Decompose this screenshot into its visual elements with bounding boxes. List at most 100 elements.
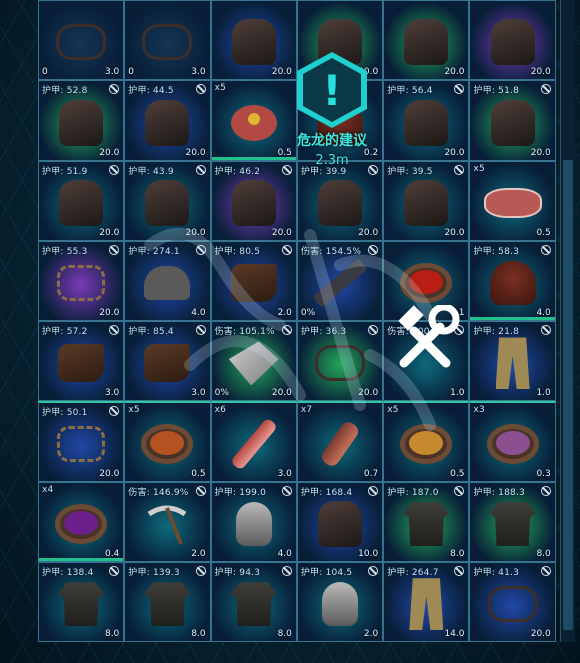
inventory-slot[interactable]: 护甲: 139.3 8.0: [124, 561, 211, 642]
inventory-slot[interactable]: x5 0.5: [383, 401, 470, 482]
inventory-slot[interactable]: 3.0 0: [38, 0, 125, 81]
slot-weight: 2.0: [277, 308, 292, 318]
no-drop-icon: [454, 565, 465, 576]
slot-weight: 20.0: [444, 227, 465, 238]
inventory-slot[interactable]: 护甲: 51.8 20.0: [469, 80, 556, 161]
slot-stat: 护甲: 168.4: [300, 487, 353, 498]
inventory-slot[interactable]: 伤害: 154.5% 0%: [296, 240, 384, 321]
inventory-slot[interactable]: 护甲: 46.2 20.0: [210, 160, 297, 241]
slot-stat: 护甲: 44.5: [128, 86, 174, 97]
inventory-slot[interactable]: 护甲: 187.0 8.0: [383, 481, 470, 562]
slot-weight: 3.0: [104, 388, 120, 399]
waypoint-title: 危龙的建议: [297, 133, 367, 149]
inventory-slot[interactable]: x6 3.0: [210, 401, 297, 482]
inventory-slot[interactable]: 护甲: 21.8 1.0: [469, 321, 556, 402]
gauntlet-icon: [404, 179, 449, 226]
slot-stat: x5: [214, 83, 227, 94]
slot-weight: 20.0: [271, 227, 292, 238]
inventory-slot[interactable]: 护甲: 188.3 8.0: [469, 481, 556, 562]
slot-weight: 20.0: [99, 147, 120, 158]
slot-weight: 0.5: [536, 227, 551, 238]
inventory-slot[interactable]: 护甲: 41.3 20.0: [469, 561, 556, 642]
inventory-slot[interactable]: 护甲: 85.4 3.0: [124, 321, 211, 402]
slot-weight: 3.0: [277, 468, 292, 479]
inventory-slot[interactable]: 护甲: 39.5 20.0: [383, 160, 470, 241]
slot-stat: x5: [473, 163, 485, 174]
stick-icon: [229, 417, 278, 471]
inventory-slot[interactable]: 护甲: 55.3 20.0: [38, 240, 125, 321]
inventory-slot[interactable]: x4 0.4: [38, 481, 125, 562]
inventory-slot[interactable]: 伤害: 146.9% 2.0: [124, 481, 211, 562]
crossed-tools-icon: [398, 305, 460, 368]
slot-weight: 20.0: [358, 227, 379, 238]
no-drop-icon: [281, 244, 292, 255]
inventory-slot[interactable]: 护甲: 36.3 20.0: [296, 321, 384, 402]
slot-weight: 0.5: [450, 468, 465, 479]
slot-weight: 8.0: [104, 629, 120, 639]
slot-weight: 8.0: [536, 548, 551, 559]
inventory-slot[interactable]: 护甲: 94.3 8.0: [210, 561, 297, 642]
no-drop-icon: [195, 244, 206, 255]
no-drop-icon: [540, 565, 551, 576]
inventory-slot[interactable]: 护甲: 51.9 20.0: [38, 160, 125, 241]
inventory-slot[interactable]: 护甲: 80.5 2.0: [210, 240, 297, 321]
inventory-slot[interactable]: x7 0.7: [296, 401, 384, 482]
shirt-icon: [489, 501, 536, 546]
no-drop-icon: [454, 164, 465, 175]
leggings-icon: [409, 578, 444, 631]
bowl-icon: [141, 424, 194, 465]
slot-stat: 护甲: 274.1: [128, 246, 180, 257]
inventory-slot[interactable]: 护甲: 50.1 20.0: [38, 401, 125, 482]
slot-weight: 2.0: [363, 629, 379, 639]
slot-weight: 20.0: [271, 67, 292, 78]
scrollbar-thumb[interactable]: [563, 160, 573, 630]
inventory-slot[interactable]: 护甲: 58.3 4.0: [469, 240, 556, 321]
slot-durability-text: 0: [42, 67, 48, 78]
inventory-slot[interactable]: 护甲: 57.2 3.0: [38, 321, 125, 402]
inventory-slot[interactable]: 20.0: [469, 0, 556, 81]
slot-weight: 3.0: [104, 67, 120, 78]
inventory-slot[interactable]: x3 0.3: [469, 401, 556, 482]
inventory-scrollbar[interactable]: [560, 0, 575, 642]
slot-stat: 护甲: 36.3: [300, 327, 347, 337]
slot-stat: 护甲: 51.8: [473, 86, 520, 97]
inventory-slot[interactable]: 护甲: 199.0 4.0: [210, 481, 297, 562]
inventory-slot[interactable]: 护甲: 39.9 20.0: [296, 160, 384, 241]
inventory-slot[interactable]: 20.0: [210, 0, 297, 81]
inventory-slot[interactable]: 护甲: 52.8 20.0: [38, 80, 125, 161]
inventory-slot[interactable]: 护甲: 43.9 20.0: [124, 160, 211, 241]
shirt-icon: [144, 582, 191, 627]
slot-stat: 护甲: 57.2: [42, 327, 88, 337]
slot-weight: 3.0: [191, 67, 206, 78]
inventory-slot[interactable]: 护甲: 138.4 8.0: [38, 561, 125, 642]
inventory-slot[interactable]: 3.0 0: [124, 0, 211, 81]
no-drop-icon: [281, 485, 292, 496]
inventory-slot[interactable]: 护甲: 168.4 10.0: [296, 481, 384, 562]
slot-weight: 8.0: [191, 629, 206, 639]
slot-stat: x5: [387, 405, 399, 416]
slot-weight: 20.0: [99, 227, 120, 238]
inventory-slot[interactable]: x5 0.5: [469, 160, 556, 241]
mining-helmet-icon: [144, 266, 191, 301]
slot-stat: x5: [128, 405, 140, 416]
slot-weight: 0.7: [363, 468, 379, 479]
slot-weight: 20.0: [185, 227, 206, 238]
shirt-icon: [230, 582, 277, 627]
slot-weight: 20.0: [530, 67, 551, 78]
slot-weight: 4.0: [191, 308, 206, 318]
no-drop-icon: [368, 244, 379, 255]
slot-weight: 1.0: [536, 388, 551, 399]
slot-weight: 1.0: [450, 388, 465, 399]
inventory-slot[interactable]: 护甲: 104.5 2.0: [296, 561, 384, 642]
slot-stat: 护甲: 52.8: [42, 86, 88, 97]
inventory-slot[interactable]: 伤害: 105.1% 20.0 0%: [210, 321, 297, 402]
inventory-slot[interactable]: 护甲: 264.7 14.0: [383, 561, 470, 642]
claw-icon: [315, 345, 366, 382]
slot-stat: 护甲: 43.9: [128, 166, 174, 177]
slot-weight: 0.3: [536, 468, 551, 479]
no-drop-icon: [540, 485, 551, 496]
inventory-slot[interactable]: x5 0.5: [124, 401, 211, 482]
inventory-slot[interactable]: 护甲: 44.5 20.0: [124, 80, 211, 161]
inventory-slot[interactable]: 护甲: 274.1 4.0: [124, 240, 211, 321]
inventory-slot[interactable]: 20.0: [383, 0, 470, 81]
